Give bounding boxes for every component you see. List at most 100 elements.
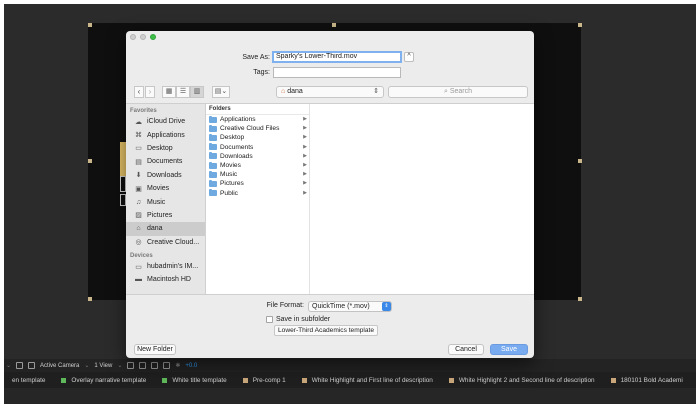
icon-view-button[interactable]: ▦ [162,86,176,98]
sidebar-item-label: Documents [147,158,183,166]
sidebar-item-hubadmin-s-im[interactable]: ▭ hubadmin's IM... [126,260,205,273]
folder-item[interactable]: Music ▶ [206,170,309,179]
layer-handle[interactable] [578,159,582,163]
list-view-button[interactable]: ☰ [176,86,190,98]
layer-handle[interactable] [88,159,92,163]
label-color-swatch [301,377,307,383]
timeline-tab[interactable]: en template [4,372,53,388]
layer-handle[interactable] [88,23,92,27]
label-color-swatch [610,377,616,383]
search-input[interactable]: ⌕ Search [388,86,528,98]
layer-handle[interactable] [88,297,92,301]
sidebar-item-desktop[interactable]: ▭ Desktop [126,142,205,155]
timeline-tab-label: White Highlight 2 and Second line of des… [458,376,595,384]
reset-icon[interactable] [139,362,147,369]
timeline-tab-label: en template [12,376,46,384]
gallery-view-button[interactable]: ▤⌄ [212,86,230,98]
new-folder-button[interactable]: New Folder [134,344,176,355]
sidebar-item-label: hubadmin's IM... [147,263,199,271]
folder-item[interactable]: Documents ▶ [206,143,309,152]
sidebar-item-dana[interactable]: ⌂ dana [126,222,205,236]
timeline-tab[interactable]: Pre-comp 1 [235,372,294,388]
mask-icon[interactable] [28,362,36,369]
timeline-tab[interactable]: White Highlight 2 and Second line of des… [441,372,603,388]
location-select[interactable]: ⌂ dana ⇕ [276,86,384,98]
tags-input[interactable] [273,67,401,78]
sidebar-item-music[interactable]: ♫ Music [126,195,205,208]
sidebar-item-creative-cloud[interactable]: ◎ Creative Cloud... [126,236,205,249]
file-format-select[interactable]: QuickTime (*.mov) ⇕ [308,301,392,312]
up-down-chevron-icon: ⇕ [373,88,379,95]
sidebar-item-macintosh-hd[interactable]: ▬ Macintosh HD [126,273,205,286]
file-format-value: QuickTime (*.mov) [312,303,370,310]
layer-handle[interactable] [578,297,582,301]
music-icon: ♫ [135,198,142,206]
collapse-dialog-button[interactable]: ^ [404,52,414,62]
folder-item[interactable]: Movies ▶ [206,161,309,170]
folder-item[interactable]: Desktop ▶ [206,133,309,142]
up-down-chevron-icon: ⇕ [382,302,391,311]
label-color-swatch [162,377,168,383]
template-button[interactable]: Lower-Third Academics template [274,325,378,336]
timeline-tabs: en template Overlay narrative template Whi… [4,372,696,388]
sidebar-item-downloads[interactable]: ⬇ Downloads [126,169,205,182]
layer-handle[interactable] [578,23,582,27]
layer-handle[interactable] [332,23,336,27]
timeline-tab[interactable]: White title template [154,372,234,388]
folder-label: Documents [220,143,254,151]
sidebar-item-icloud-drive[interactable]: ☁ iCloud Drive [126,115,205,128]
timeline-tab[interactable]: White Highlight and First line of descri… [294,372,441,388]
save-button[interactable]: Save [490,344,528,355]
sidebar-item-documents[interactable]: ▤ Documents [126,155,205,168]
exposure-icon[interactable]: ✱ [175,362,180,369]
sidebar-item-pictures[interactable]: ▨ Pictures [126,209,205,222]
home-icon: ⌂ [281,88,286,95]
folder-item[interactable]: Pictures ▶ [206,179,309,188]
toggle-icon[interactable] [127,362,135,369]
chevron-down-icon[interactable]: ⌄ [6,362,11,369]
sidebar-item-movies[interactable]: ▣ Movies [126,182,205,195]
empty-column[interactable] [310,104,534,294]
flowchart-icon[interactable] [151,362,159,369]
folder-item[interactable]: Creative Cloud Files ▶ [206,124,309,133]
cancel-button[interactable]: Cancel [448,344,484,355]
disclosure-arrow-icon: ▶ [303,125,307,132]
sidebar-item-label: iCloud Drive [147,118,186,126]
close-window-button[interactable] [130,34,136,40]
subfolder-checkbox[interactable] [266,315,273,323]
column-view-button[interactable]: ▥ [190,86,204,98]
forward-button[interactable]: › [145,86,155,98]
render-icon[interactable] [163,362,171,369]
folders-column[interactable]: Folders Applications ▶ Creative Cloud File… [206,104,310,294]
timeline-tab[interactable]: 180101 Bold Academi [603,372,691,388]
applications-icon: ⌘ [135,132,142,140]
location-label: dana [287,88,303,95]
folder-item[interactable]: Public ▶ [206,189,309,198]
folder-icon [209,143,217,151]
timeline-tab-label: White title template [172,376,227,384]
minimize-window-button[interactable] [140,34,146,40]
sidebar-item-applications[interactable]: ⌘ Applications [126,128,205,141]
label-color-swatch [61,377,67,383]
timeline-panel [4,388,696,404]
file-browser: Favorites ☁ iCloud Drive ⌘ Applications ▭ Desk… [126,103,534,295]
folder-item[interactable]: Applications ▶ [206,115,309,124]
camera-select[interactable]: Active Camera [40,363,79,369]
folder-icon [209,124,217,132]
timeline-tab[interactable]: Overlay narrative template [53,372,154,388]
save-as-input[interactable]: Sparky's Lower-Third.mov [272,51,402,63]
folder-icon [209,161,217,169]
view-layout-select[interactable]: 1 View [94,363,112,369]
disclosure-arrow-icon: ▶ [303,180,307,187]
grid-icon[interactable] [16,362,24,369]
back-button[interactable]: ‹ [134,86,144,98]
subfolder-option[interactable]: Save in subfolder [266,314,330,324]
exposure-value[interactable]: +0.0 [185,363,197,369]
disclosure-arrow-icon: ▶ [303,143,307,150]
folder-label: Applications [220,116,256,124]
sidebar-item-label: Movies [147,185,170,193]
folder-label: Movies [220,162,241,170]
folder-item[interactable]: Downloads ▶ [206,152,309,161]
zoom-window-button[interactable] [150,34,156,40]
search-icon: ⌕ [443,88,448,95]
